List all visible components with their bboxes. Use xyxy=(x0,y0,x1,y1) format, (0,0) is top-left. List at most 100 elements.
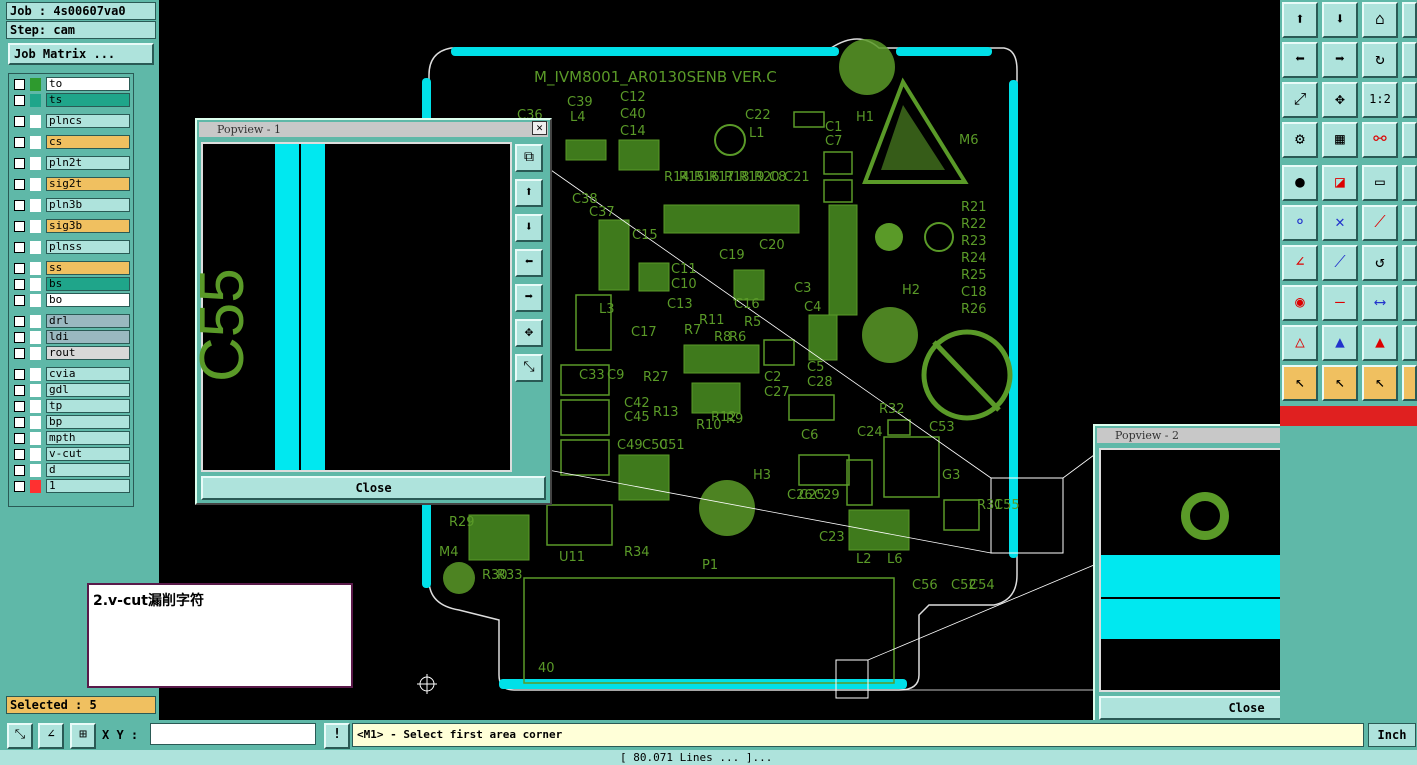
popview-1-tool-7[interactable]: ⤡ xyxy=(515,354,543,382)
layer-visibility-checkbox[interactable] xyxy=(14,295,25,306)
more-icon-3[interactable] xyxy=(1402,82,1417,118)
job-matrix-button[interactable]: Job Matrix ... xyxy=(8,43,154,65)
layer-row[interactable]: ldi xyxy=(12,330,132,345)
layer-color-swatch[interactable] xyxy=(30,199,41,212)
move-up-icon[interactable]: ⬆ xyxy=(1282,2,1318,38)
layer-row[interactable]: mpth xyxy=(12,431,132,446)
layer-name[interactable]: pln2t xyxy=(46,156,130,170)
layer-name[interactable]: ts xyxy=(46,93,130,107)
layer-row[interactable]: cs xyxy=(12,135,132,150)
move-left-icon[interactable]: ⬅ xyxy=(1282,42,1318,78)
layer-color-swatch[interactable] xyxy=(30,220,41,233)
slope-icon[interactable]: ⟋ xyxy=(1322,245,1358,281)
zoom-window-icon[interactable]: ⤡ xyxy=(7,723,33,749)
layer-row[interactable]: plnss xyxy=(12,240,132,255)
route-icon[interactable]: ⟋ xyxy=(1362,205,1398,241)
layer-row[interactable]: d xyxy=(12,463,132,478)
layer-name[interactable]: ss xyxy=(46,261,130,275)
popview-1-tool-2[interactable]: ⬆ xyxy=(515,179,543,207)
layer-row[interactable]: bp xyxy=(12,415,132,430)
layer-row[interactable]: gdl xyxy=(12,383,132,398)
layer-row[interactable]: bo xyxy=(12,293,132,308)
dash-icon[interactable]: — xyxy=(1322,285,1358,321)
zoom-fit-icon[interactable]: ⤢ xyxy=(1282,82,1318,118)
layer-row[interactable]: sig3b xyxy=(12,219,132,234)
layer-name[interactable]: bs xyxy=(46,277,130,291)
layer-visibility-checkbox[interactable] xyxy=(14,332,25,343)
xy-input[interactable] xyxy=(150,723,316,745)
arc-icon[interactable]: ↺ xyxy=(1362,245,1398,281)
layer-row[interactable]: pln2t xyxy=(12,156,132,171)
layer-color-swatch[interactable] xyxy=(30,315,41,328)
layer-color-swatch[interactable] xyxy=(30,157,41,170)
popview-1-tool-4[interactable]: ⬅ xyxy=(515,249,543,277)
more-icon-5[interactable] xyxy=(1402,165,1417,201)
layer-name[interactable]: plnss xyxy=(46,240,130,254)
layer-name[interactable]: gdl xyxy=(46,383,130,397)
popview-1-close-button[interactable]: Close xyxy=(201,476,546,500)
layer-visibility-checkbox[interactable] xyxy=(14,316,25,327)
select-box-icon[interactable]: ↖ xyxy=(1322,365,1358,401)
layer-name[interactable]: d xyxy=(46,463,130,477)
layer-visibility-checkbox[interactable] xyxy=(14,116,25,127)
more-icon-2[interactable] xyxy=(1402,42,1417,78)
layer-color-swatch[interactable] xyxy=(30,178,41,191)
move-down-icon[interactable]: ⬇ xyxy=(1322,2,1358,38)
layer-visibility-checkbox[interactable] xyxy=(14,79,25,90)
layer-name[interactable]: plncs xyxy=(46,114,130,128)
layer-visibility-checkbox[interactable] xyxy=(14,200,25,211)
layer-color-swatch[interactable] xyxy=(30,448,41,461)
layer-color-swatch[interactable] xyxy=(30,384,41,397)
triangle-icon[interactable]: △ xyxy=(1282,325,1318,361)
layer-name[interactable]: sig2t xyxy=(46,177,130,191)
point-icon[interactable]: ◉ xyxy=(1282,285,1318,321)
grid-icon[interactable]: ▦ xyxy=(1322,122,1358,158)
popview-1-close-icon[interactable]: ✕ xyxy=(532,121,547,135)
units-button[interactable]: Inch xyxy=(1368,723,1416,747)
layer-visibility-checkbox[interactable] xyxy=(14,449,25,460)
layer-row[interactable]: 1 xyxy=(12,479,132,494)
layer-color-swatch[interactable] xyxy=(30,278,41,291)
layer-color-swatch[interactable] xyxy=(30,416,41,429)
layer-visibility-checkbox[interactable] xyxy=(14,221,25,232)
layer-visibility-checkbox[interactable] xyxy=(14,401,25,412)
snap-grid-icon[interactable]: ⊞ xyxy=(70,723,96,749)
popview-1-tool-3[interactable]: ⬇ xyxy=(515,214,543,242)
layer-row[interactable]: plncs xyxy=(12,114,132,129)
layer-visibility-checkbox[interactable] xyxy=(14,465,25,476)
select-arrow-icon[interactable]: ↖ xyxy=(1282,365,1318,401)
layer-color-swatch[interactable] xyxy=(30,262,41,275)
layer-name[interactable]: v-cut xyxy=(46,447,130,461)
layer-name[interactable]: rout xyxy=(46,346,130,360)
popview-1-window[interactable]: Popview - 1 ✕ C55 ⧉ ⬆ ⬇ ⬅ ➡ ✥ ⤡ Close xyxy=(188,118,552,505)
scale-icon[interactable]: 1:2 xyxy=(1362,82,1398,118)
layer-name[interactable]: sig3b xyxy=(46,219,130,233)
layer-name[interactable]: bo xyxy=(46,293,130,307)
layer-color-swatch[interactable] xyxy=(30,241,41,254)
triangle-up-icon[interactable]: ▲ xyxy=(1322,325,1358,361)
layer-name[interactable]: tp xyxy=(46,399,130,413)
layer-name[interactable]: bp xyxy=(46,415,130,429)
layer-row[interactable]: ss xyxy=(12,261,132,276)
layer-color-swatch[interactable] xyxy=(30,294,41,307)
popview-1-view[interactable]: C55 xyxy=(188,142,512,472)
layer-visibility-checkbox[interactable] xyxy=(14,137,25,148)
layer-row[interactable]: pln3b xyxy=(12,198,132,213)
add-pad-icon[interactable]: ● xyxy=(1282,165,1318,201)
layer-name[interactable]: cvia xyxy=(46,367,130,381)
measure-angle-icon[interactable]: ∠ xyxy=(38,723,64,749)
more-icon-4[interactable] xyxy=(1402,122,1417,158)
triangle-fill-icon[interactable]: ▲ xyxy=(1362,325,1398,361)
popview-1-tool-6[interactable]: ✥ xyxy=(515,319,543,347)
select-circle-icon[interactable]: ↖ xyxy=(1362,365,1398,401)
move-right-icon[interactable]: ➡ xyxy=(1322,42,1358,78)
home-icon[interactable]: ⌂ xyxy=(1362,2,1398,38)
more-icon-6[interactable] xyxy=(1402,205,1417,241)
cross-icon[interactable]: ✕ xyxy=(1322,205,1358,241)
zoom-center-icon[interactable]: ✥ xyxy=(1322,82,1358,118)
layer-visibility-checkbox[interactable] xyxy=(14,242,25,253)
layer-color-swatch[interactable] xyxy=(30,368,41,381)
more-icon-9[interactable] xyxy=(1402,325,1417,361)
layer-color-swatch[interactable] xyxy=(30,464,41,477)
layer-visibility-checkbox[interactable] xyxy=(14,158,25,169)
